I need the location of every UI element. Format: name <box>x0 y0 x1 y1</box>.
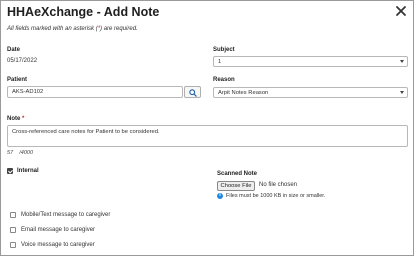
file-size-hint: Files must be 1000 KB in size or smaller… <box>226 193 326 199</box>
voice-label: Voice message to caregiver <box>21 242 95 248</box>
dialog-title: HHAeXchange - Add Note <box>7 5 160 19</box>
search-icon <box>189 89 197 97</box>
email-checkbox[interactable] <box>10 227 16 233</box>
note-label: Note * <box>7 116 24 122</box>
chevron-down-icon <box>400 60 404 63</box>
date-label: Date <box>7 47 21 53</box>
note-required-asterisk: * <box>22 116 25 122</box>
patient-search-button[interactable] <box>184 86 201 98</box>
subject-value: 1 <box>218 59 222 65</box>
info-icon: i <box>217 193 223 199</box>
date-value: 05/17/2022 <box>7 58 38 64</box>
notice-prefix: All fields marked with an asterisk ( <box>7 26 98 32</box>
voice-checkbox[interactable] <box>10 242 16 248</box>
email-label: Email message to caregiver <box>21 227 96 233</box>
scanned-note-label: Scanned Note <box>217 171 258 177</box>
internal-checkbox[interactable] <box>7 168 13 174</box>
required-notice: All fields marked with an asterisk (*) a… <box>7 26 138 32</box>
note-label-text: Note <box>7 116 21 122</box>
reason-value: Arpit Notes Reason <box>218 90 269 96</box>
note-value: Cross-referenced care notes for Patient … <box>12 129 160 135</box>
patient-input[interactable]: AKS-AD102 <box>7 86 183 98</box>
counter-current: 57 <box>7 150 14 156</box>
patient-value: AKS-AD102 <box>12 89 44 95</box>
notice-suffix: ) are required. <box>100 26 138 32</box>
add-note-dialog: HHAeXchange - Add Note All fields marked… <box>0 0 414 256</box>
close-icon-svg <box>396 6 406 16</box>
character-counter: 57 /4000 <box>7 150 33 156</box>
file-status: No file chosen <box>259 182 298 188</box>
note-textarea[interactable]: Cross-referenced care notes for Patient … <box>7 125 408 147</box>
reason-label: Reason <box>213 77 235 83</box>
patient-label: Patient <box>7 77 28 83</box>
close-icon[interactable] <box>395 5 407 17</box>
subject-label: Subject <box>213 47 235 53</box>
choose-file-button[interactable]: Choose File <box>217 181 255 191</box>
mobile-text-checkbox[interactable] <box>10 212 16 218</box>
counter-max: /4000 <box>19 150 34 156</box>
mobile-text-label: Mobile/Text message to caregiver <box>21 212 111 218</box>
chevron-down-icon <box>400 91 404 94</box>
internal-label: Internal <box>17 168 39 174</box>
subject-select[interactable]: 1 <box>213 56 408 67</box>
reason-select[interactable]: Arpit Notes Reason <box>213 87 408 98</box>
